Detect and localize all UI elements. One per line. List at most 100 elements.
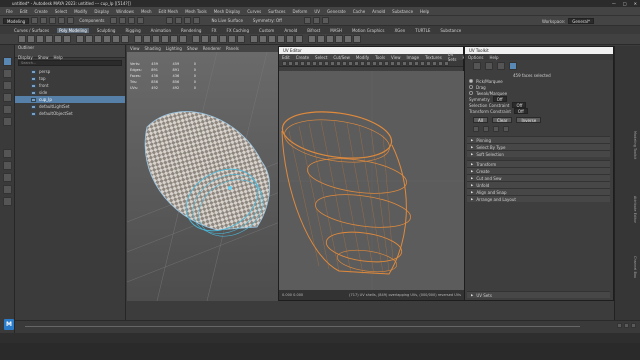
menu-cache[interactable]: Cache xyxy=(353,9,365,14)
select-tool-icon[interactable] xyxy=(2,57,12,66)
shelf-tool-icon[interactable] xyxy=(335,35,343,43)
step-forward-icon[interactable] xyxy=(631,323,636,328)
select-all-button[interactable]: All xyxy=(473,117,488,123)
menu-mesh-tools[interactable]: Mesh Tools xyxy=(185,9,207,14)
shelf-tool-icon[interactable] xyxy=(295,35,303,43)
shelf-tab-sculpting[interactable]: Sculpting xyxy=(95,28,118,33)
shelf-tab-arnold[interactable]: Arnold xyxy=(282,28,299,33)
shelf-tool-icon[interactable] xyxy=(27,35,35,43)
uv-menu-tools[interactable]: Tools xyxy=(375,55,385,60)
shelf-tool-icon[interactable] xyxy=(45,35,53,43)
shelf-tab-bifrost[interactable]: Bifrost xyxy=(305,28,322,33)
transform-constraint-dropdown[interactable]: Off xyxy=(513,108,528,114)
snap-point-icon[interactable] xyxy=(183,17,191,24)
menu-create[interactable]: Create xyxy=(34,9,47,14)
viewport-menu-view[interactable]: View xyxy=(130,46,140,51)
uv-toolbar-icon[interactable] xyxy=(306,60,311,66)
shelf-tool-icon[interactable] xyxy=(18,35,26,43)
clear-button[interactable]: Clear xyxy=(491,117,513,123)
shelf-tool-icon[interactable] xyxy=(259,35,267,43)
command-line[interactable] xyxy=(0,333,640,343)
open-scene-icon[interactable] xyxy=(40,17,48,24)
shelf-tool-icon[interactable] xyxy=(36,35,44,43)
shelf-tool-icon[interactable] xyxy=(344,35,352,43)
uv-toolbar-icon[interactable] xyxy=(444,60,449,66)
menu-select[interactable]: Select xyxy=(55,9,67,14)
menu-generate[interactable]: Generate xyxy=(327,9,346,14)
uv-menu-cut-sew[interactable]: Cut/Sew xyxy=(333,55,350,60)
shelf-tool-icon[interactable] xyxy=(121,35,129,43)
shelf-tool-icon[interactable] xyxy=(192,35,200,43)
uv-menu-modify[interactable]: Modify xyxy=(356,55,369,60)
uv-toolbar-icon[interactable] xyxy=(282,60,287,66)
uv-toolbar-icon[interactable] xyxy=(366,60,371,66)
menu-uv[interactable]: UV xyxy=(314,9,320,14)
shelf-tool-icon[interactable] xyxy=(210,35,218,43)
rotate-tool-icon[interactable] xyxy=(2,105,12,114)
uv-toolbar-icon[interactable] xyxy=(408,60,413,66)
uv-toolkit-menu-options[interactable]: Options xyxy=(468,55,483,60)
shelf-tool-icon[interactable] xyxy=(353,35,361,43)
viewport-menu-lighting[interactable]: Lighting xyxy=(166,46,182,51)
uv-toolbar-icon[interactable] xyxy=(438,60,443,66)
viewport-menu-show[interactable]: Show xyxy=(187,46,198,51)
shelf-tool-icon[interactable] xyxy=(308,35,316,43)
close-icon[interactable]: ✕ xyxy=(634,1,637,6)
tab-attribute-editor[interactable]: Attribute Editor xyxy=(633,196,637,223)
select-border-icon[interactable] xyxy=(503,125,509,132)
shelf-tab-mash[interactable]: MASH xyxy=(328,28,344,33)
time-ruler[interactable] xyxy=(25,321,580,327)
shelf-tool-icon[interactable] xyxy=(179,35,187,43)
section-cut-and-sew[interactable]: ▶ Cut and Sew xyxy=(467,174,610,181)
radio-icon[interactable] xyxy=(469,85,473,89)
shelf-tab-fx[interactable]: FX xyxy=(209,28,218,33)
shelf-tab-rendering[interactable]: Rendering xyxy=(179,28,203,33)
uv-canvas[interactable] xyxy=(279,71,465,290)
section-select-by-type[interactable]: ▶ Select By Type xyxy=(467,143,610,150)
uv-toolbar-icon[interactable] xyxy=(354,60,359,66)
uv-toolbar-icon[interactable] xyxy=(300,60,305,66)
shelf-tab-rigging[interactable]: Rigging xyxy=(123,28,142,33)
shelf-tool-icon[interactable] xyxy=(143,35,151,43)
grow-selection-icon[interactable] xyxy=(473,125,479,132)
minimize-icon[interactable]: — xyxy=(612,1,616,6)
shelf-tool-icon[interactable] xyxy=(277,35,285,43)
menu-windows[interactable]: Windows xyxy=(116,9,134,14)
save-scene-icon[interactable] xyxy=(49,17,57,24)
menu-mesh-display[interactable]: Mesh Display xyxy=(214,9,241,14)
shelf-tool-icon[interactable] xyxy=(76,35,84,43)
shelf-tab-curves-surfaces[interactable]: Curves / Surfaces xyxy=(12,28,51,33)
snap-curve-icon[interactable] xyxy=(174,17,182,24)
shelf-tool-icon[interactable] xyxy=(54,35,62,43)
paint-select-icon[interactable] xyxy=(2,81,12,90)
snap-surface-icon[interactable] xyxy=(192,17,200,24)
menu-mesh[interactable]: Mesh xyxy=(141,9,152,14)
shelf-tool-icon[interactable] xyxy=(219,35,227,43)
outliner-item-persp[interactable]: persp xyxy=(15,68,125,75)
uv-toolbar-icon[interactable] xyxy=(402,60,407,66)
radio-icon[interactable] xyxy=(469,91,473,95)
vertex-mode-icon[interactable] xyxy=(473,62,481,70)
shelf-tool-icon[interactable] xyxy=(317,35,325,43)
shelf-tool-icon[interactable] xyxy=(152,35,160,43)
shelf-tool-icon[interactable] xyxy=(237,35,245,43)
shelf-tab-substance[interactable]: Substance xyxy=(438,28,463,33)
shelf-tool-icon[interactable] xyxy=(228,35,236,43)
uv-toolbar-icon[interactable] xyxy=(318,60,323,66)
workspace-dropdown[interactable]: General* xyxy=(568,18,594,24)
new-scene-icon[interactable] xyxy=(31,17,39,24)
edge-mode-icon[interactable] xyxy=(485,62,493,70)
uv-toolbar-icon[interactable] xyxy=(360,60,365,66)
uv-menu-textures[interactable]: Textures xyxy=(425,55,442,60)
shelf-tab-animation[interactable]: Animation xyxy=(149,28,173,33)
outliner-item-cup-lp[interactable]: cup_lp xyxy=(15,96,125,103)
shelf-tab-motion-graphics[interactable]: Motion Graphics xyxy=(350,28,387,33)
menu-curves[interactable]: Curves xyxy=(247,9,261,14)
uv-toolbar-icon[interactable] xyxy=(426,60,431,66)
outliner-menu-display[interactable]: Display xyxy=(18,55,33,60)
viewport-menu-shading[interactable]: Shading xyxy=(145,46,161,51)
uv-toolbar-icon[interactable] xyxy=(432,60,437,66)
shelf-tool-icon[interactable] xyxy=(112,35,120,43)
shelf-tab-xgen[interactable]: XGen xyxy=(392,28,407,33)
symmetry-dropdown[interactable]: Off xyxy=(492,96,507,102)
